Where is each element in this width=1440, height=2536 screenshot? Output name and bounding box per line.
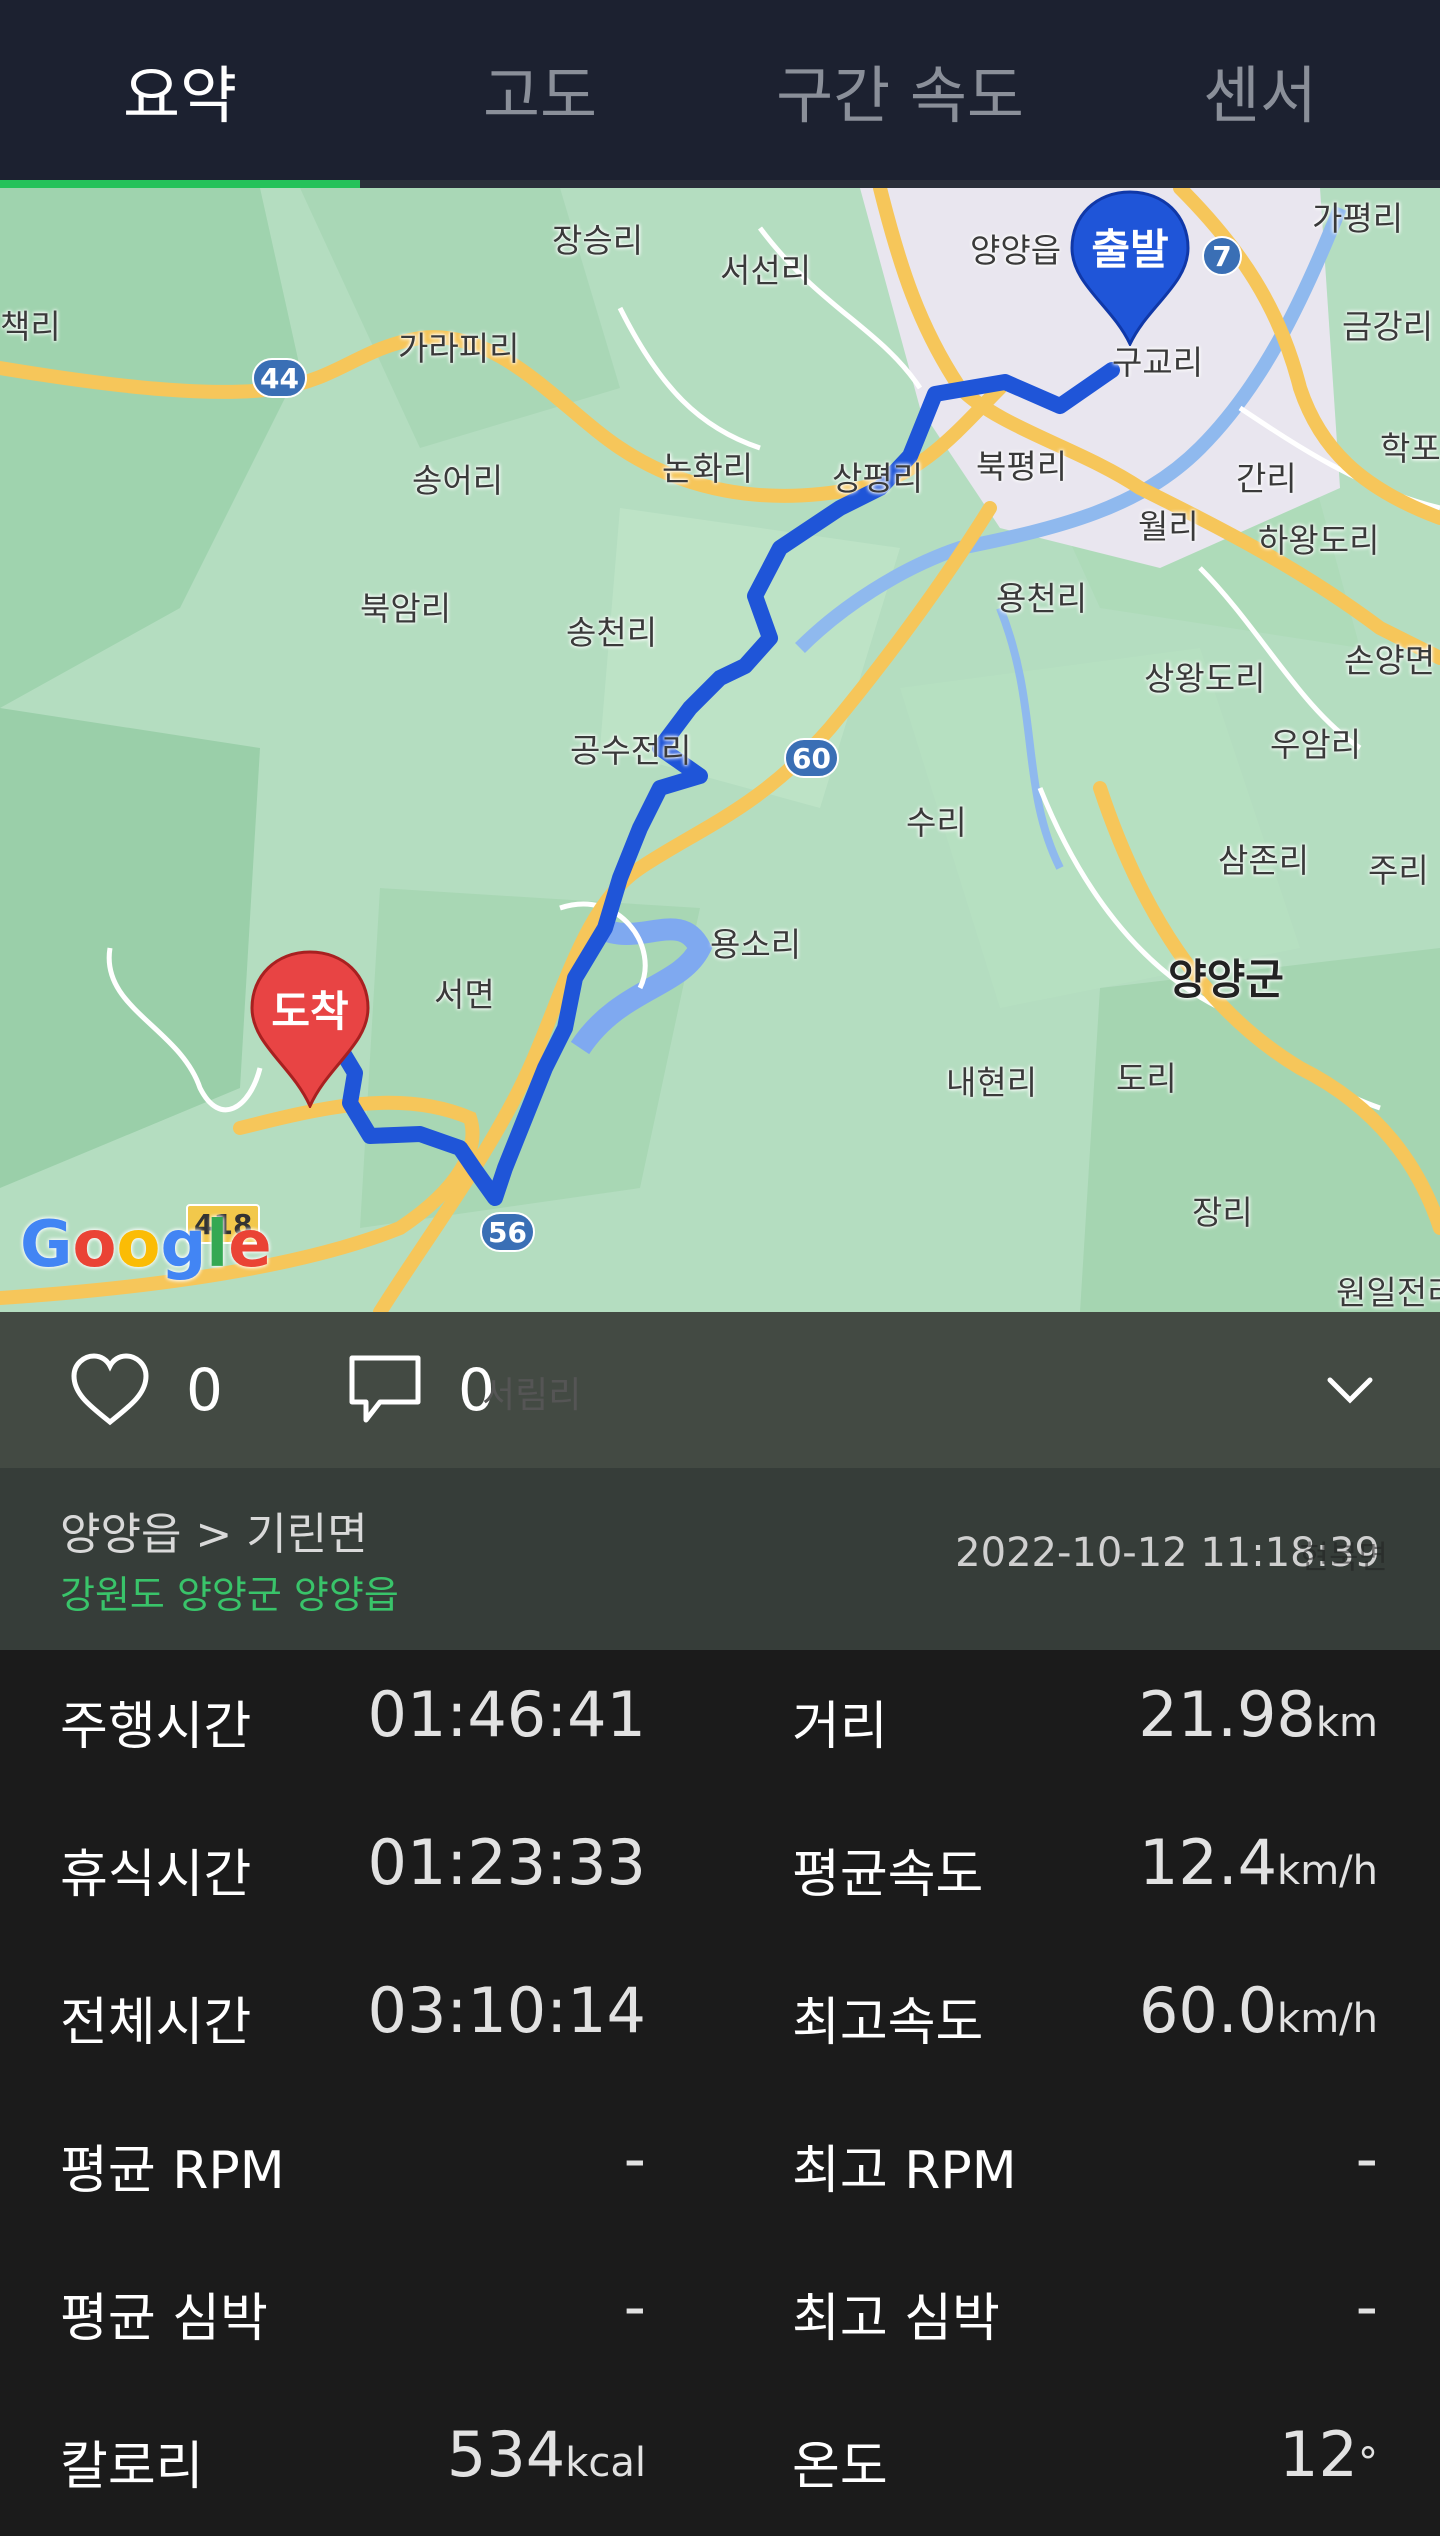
- place-label: 송천리: [566, 613, 658, 652]
- stat-label-max-rpm: 최고 RPM: [792, 2141, 1017, 2201]
- stat-label-avg-speed: 평균속도: [792, 1845, 984, 1905]
- place-label: 현북면: [1299, 1538, 1388, 1576]
- stat-label-ride-time: 주행시간: [60, 1697, 252, 1757]
- place-label: 장리: [1192, 1193, 1253, 1232]
- place-label: 금강리: [1342, 307, 1434, 346]
- place-label: 북암리: [360, 589, 452, 628]
- place-label: 학포: [1380, 429, 1440, 468]
- comment-icon: [349, 1355, 421, 1423]
- place-label: 서선리: [720, 251, 812, 290]
- expand-button[interactable]: [1320, 1368, 1380, 1412]
- place-label: 월리: [1138, 507, 1199, 546]
- tab-bar: 요약 고도 구간 속도 센서: [0, 0, 1440, 188]
- place-label: 도리: [1116, 1059, 1177, 1098]
- stat-label-calories: 칼로리: [60, 2437, 204, 2497]
- heart-icon: [71, 1353, 149, 1426]
- max-speed-value: 60.0: [1138, 1974, 1278, 2047]
- distance-unit: km: [1315, 1700, 1378, 1746]
- like-count: 0: [186, 1356, 223, 1424]
- place-label: 상평리: [832, 459, 924, 498]
- stat-value-distance: 21.98km: [1000, 1678, 1378, 1751]
- stat-label-rest-time: 휴식시간: [60, 1845, 252, 1905]
- stat-value-avg-rpm: -: [623, 2122, 646, 2195]
- place-label: 책리: [0, 307, 61, 346]
- stat-label-temperature: 온도: [792, 2437, 888, 2497]
- temperature-value: 12: [1279, 2418, 1358, 2491]
- place-label: 논화리: [662, 449, 754, 488]
- social-bar: 0 0 서림리: [0, 1312, 1440, 1468]
- stat-value-max-speed: 60.0km/h: [1000, 1974, 1378, 2047]
- place-label: 간리: [1236, 459, 1297, 498]
- stat-value-max-rpm: -: [1355, 2122, 1378, 2195]
- stat-value-ride-time: 01:46:41: [367, 1678, 646, 1751]
- stat-label-avg-rpm: 평균 RPM: [60, 2141, 285, 2201]
- stat-value-calories: 534kcal: [340, 2418, 646, 2491]
- like-button[interactable]: [70, 1352, 150, 1428]
- max-speed-unit: km/h: [1277, 1996, 1378, 2042]
- tab-active-indicator: [0, 180, 360, 188]
- place-label: 수리: [906, 803, 967, 842]
- stat-value-max-hr: -: [1355, 2270, 1378, 2343]
- ride-address: 강원도 양양군 양양읍: [60, 1573, 399, 1617]
- place-label: 상왕도리: [1144, 659, 1266, 698]
- start-pin[interactable]: 출발: [1068, 188, 1192, 346]
- place-label: 양양군: [1168, 955, 1284, 1004]
- place-label: 우암리: [1270, 725, 1362, 764]
- tab-elevation[interactable]: 고도: [360, 0, 720, 180]
- place-label: 손양면: [1344, 641, 1436, 680]
- place-label: 송어리: [412, 461, 504, 500]
- chevron-down-icon: [1327, 1377, 1373, 1404]
- route-map[interactable]: 장승리 서선리 양양읍 가평리 책리 가라피리 구교리 금강리 학포 송어리 논…: [0, 188, 1440, 1312]
- stat-label-distance: 거리: [792, 1697, 888, 1757]
- avg-speed-value: 12.4: [1138, 1826, 1278, 1899]
- road-badge: 56: [480, 1212, 535, 1252]
- place-label: 하왕도리: [1258, 521, 1380, 560]
- stat-label-total-time: 전체시간: [60, 1993, 252, 2053]
- place-label: 용소리: [710, 925, 802, 964]
- place-label: 서면: [434, 975, 495, 1014]
- tab-segment-speed[interactable]: 구간 속도: [720, 0, 1080, 180]
- end-pin-label: 도착: [271, 987, 349, 1036]
- place-label: 장승리: [552, 221, 644, 260]
- stat-label-max-hr: 최고 심박: [792, 2289, 1000, 2349]
- stat-label-max-speed: 최고속도: [792, 1993, 984, 2053]
- stat-value-avg-hr: -: [623, 2270, 646, 2343]
- place-label: 주리: [1368, 851, 1429, 890]
- stat-value-total-time: 03:10:14: [367, 1974, 646, 2047]
- road-badge: 7: [1202, 236, 1242, 276]
- place-label: 원일전리: [1336, 1273, 1440, 1312]
- calories-value: 534: [446, 2418, 566, 2491]
- google-logo: Google: [20, 1208, 272, 1282]
- road-badge: 44: [252, 358, 307, 398]
- tab-sensor[interactable]: 센서: [1080, 0, 1440, 180]
- place-label: 내현리: [946, 1063, 1038, 1102]
- route-title: 양양읍 > 기린면: [60, 1509, 368, 1560]
- end-pin[interactable]: 도착: [248, 948, 372, 1108]
- map-graphics: [0, 188, 1440, 1312]
- temperature-unit: °: [1358, 2440, 1378, 2486]
- stat-value-temperature: 12°: [1000, 2418, 1378, 2491]
- place-label: 가평리: [1312, 199, 1404, 238]
- start-pin-label: 출발: [1091, 225, 1169, 274]
- place-label: 북평리: [976, 447, 1068, 486]
- comment-button[interactable]: [346, 1352, 424, 1428]
- place-label: 가라피리: [398, 329, 520, 368]
- road-badge: 60: [784, 738, 839, 778]
- stat-value-avg-speed: 12.4km/h: [1000, 1826, 1378, 1899]
- stat-value-rest-time: 01:23:33: [367, 1826, 646, 1899]
- place-label: 삼존리: [1218, 841, 1310, 880]
- ride-info: 양양읍 > 기린면 강원도 양양군 양양읍 2022-10-12 11:18:3…: [0, 1468, 1440, 1650]
- calories-unit: kcal: [565, 2440, 646, 2486]
- ride-stats: 주행시간 01:46:41 거리 21.98km 휴식시간 01:23:33 평…: [0, 1650, 1440, 2536]
- avg-speed-unit: km/h: [1277, 1848, 1378, 1894]
- tab-summary[interactable]: 요약: [0, 0, 360, 180]
- place-label: 용천리: [996, 579, 1088, 618]
- place-label: 서림리: [482, 1375, 582, 1416]
- place-label: 양양읍: [970, 231, 1062, 270]
- place-label: 공수전리: [570, 731, 692, 770]
- distance-value: 21.98: [1138, 1678, 1316, 1751]
- stat-label-avg-hr: 평균 심박: [60, 2289, 268, 2349]
